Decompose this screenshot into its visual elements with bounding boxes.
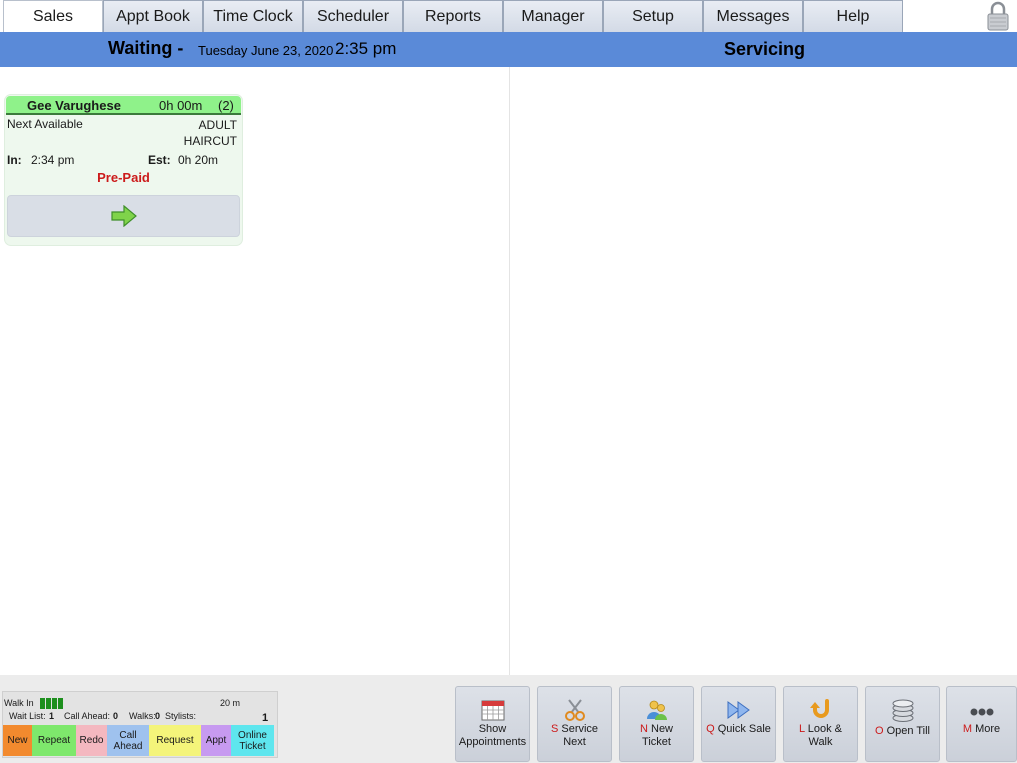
more-button[interactable]: M More xyxy=(946,686,1017,762)
open-till-hotkey: O xyxy=(874,725,884,737)
ticket-header: Gee Varughese 0h 00m (2) xyxy=(6,96,241,115)
servicing-title: Servicing xyxy=(724,39,806,59)
look-and-walk-label-1: Look & xyxy=(807,723,843,735)
ticket-est-time: 0h 20m xyxy=(178,153,219,167)
wait-list-label: Wait List: xyxy=(9,711,46,721)
ticket-visit-count: (2) xyxy=(218,98,234,113)
walk-in-label: Walk In xyxy=(4,698,34,708)
new-ticket-label-1: New xyxy=(651,723,674,735)
ticket-est-label: Est: xyxy=(148,153,171,167)
show-appointments-label-1: Show xyxy=(478,723,507,735)
legend-tag-online-ticket: Online Ticket xyxy=(231,725,274,756)
show-appointments-button[interactable]: Show Appointments xyxy=(455,686,530,762)
look-and-walk-label-2: Walk xyxy=(808,736,833,748)
stylists-label: Stylists: xyxy=(165,711,197,721)
more-label-1: More xyxy=(975,723,1001,735)
ticket-wait-duration: 0h 00m xyxy=(159,98,203,113)
legend-tag-new: New xyxy=(3,725,32,756)
legend-tag-request: Request xyxy=(149,725,201,756)
ticket-in-time: 2:34 pm xyxy=(31,153,75,167)
tab-sales[interactable]: Sales xyxy=(3,0,103,32)
legend-tag-redo: Redo xyxy=(76,725,107,756)
ticket-stylist: Next Available xyxy=(7,117,83,131)
legend-tag-call-ahead: Call Ahead xyxy=(107,725,149,756)
walks-value: 0 xyxy=(155,711,161,721)
look-and-walk-hotkey: L xyxy=(798,723,805,735)
waiting-time: 2:35 pm xyxy=(335,39,397,58)
fast-forward-icon xyxy=(727,701,750,719)
coins-icon xyxy=(892,699,913,722)
ticket-service-line2: HAIRCUT xyxy=(183,134,237,148)
panel-divider xyxy=(509,67,510,675)
quick-sale-hotkey: Q xyxy=(706,723,715,735)
tab-appt-book[interactable]: Appt Book xyxy=(103,0,203,32)
tab-reports[interactable]: Reports xyxy=(403,0,503,32)
more-hotkey: M xyxy=(962,723,973,735)
ticket-status-badge: Pre-Paid xyxy=(97,170,150,185)
open-till-label-1: Open Till xyxy=(886,725,931,737)
stylists-value: 1 xyxy=(262,712,269,724)
arrow-right-icon xyxy=(110,205,137,227)
walks-label: Walks: xyxy=(129,711,156,721)
legend-tag-repeat: Repeat xyxy=(32,725,76,756)
tab-time-clock[interactable]: Time Clock xyxy=(203,0,303,32)
tab-help[interactable]: Help xyxy=(803,0,903,32)
look-and-walk-button[interactable]: L Look & Walk xyxy=(783,686,858,762)
open-till-button[interactable]: O Open Till xyxy=(865,686,940,762)
ticket-in-label: In: xyxy=(7,153,22,167)
queue-legend: Walk In 20 m Wait List: 1 Call Ahead: 0 … xyxy=(2,691,278,758)
people-icon xyxy=(646,700,667,720)
tab-setup[interactable]: Setup xyxy=(603,0,703,32)
call-ahead-label: Call Ahead: xyxy=(64,711,111,721)
ticket-customer-name: Gee Varughese xyxy=(27,98,121,113)
walk-in-meter xyxy=(40,698,63,709)
quick-sale-button[interactable]: Q Quick Sale xyxy=(701,686,776,762)
wait-list-value: 1 xyxy=(49,711,55,721)
ticket-start-service-button[interactable] xyxy=(7,195,240,237)
call-ahead-value: 0 xyxy=(113,711,119,721)
more-dots-icon xyxy=(970,708,993,716)
show-appointments-label-2: Appointments xyxy=(458,736,527,748)
tab-scheduler[interactable]: Scheduler xyxy=(303,0,403,32)
ticket-service-line1: ADULT xyxy=(198,118,237,132)
service-next-button[interactable]: S Service Next xyxy=(537,686,612,762)
service-next-hotkey: S xyxy=(550,723,559,735)
waiting-ticket-card[interactable]: Gee Varughese 0h 00m (2) Next Available … xyxy=(4,94,243,246)
main-menu-bar: Sales Appt Book Time Clock Scheduler Rep… xyxy=(0,0,1017,32)
scissors-icon xyxy=(564,699,585,721)
new-ticket-label-2: Ticket xyxy=(642,736,671,748)
service-next-label-2: Next xyxy=(563,736,586,748)
walk-in-time: 20 m xyxy=(220,698,241,708)
legend-tag-appt: Appt xyxy=(201,725,231,756)
waiting-date: Tuesday June 23, 2020 xyxy=(198,43,334,58)
new-ticket-button[interactable]: N New Ticket xyxy=(619,686,694,762)
tab-manager[interactable]: Manager xyxy=(503,0,603,32)
new-ticket-hotkey: N xyxy=(639,723,648,735)
waiting-title: Waiting - xyxy=(108,38,184,58)
tab-messages[interactable]: Messages xyxy=(703,0,803,32)
u-turn-icon xyxy=(809,699,829,718)
service-next-label-1: Service xyxy=(561,723,599,735)
lock-icon[interactable] xyxy=(985,1,1011,31)
calendar-icon xyxy=(481,700,504,721)
quick-sale-label-1: Quick Sale xyxy=(717,723,771,735)
